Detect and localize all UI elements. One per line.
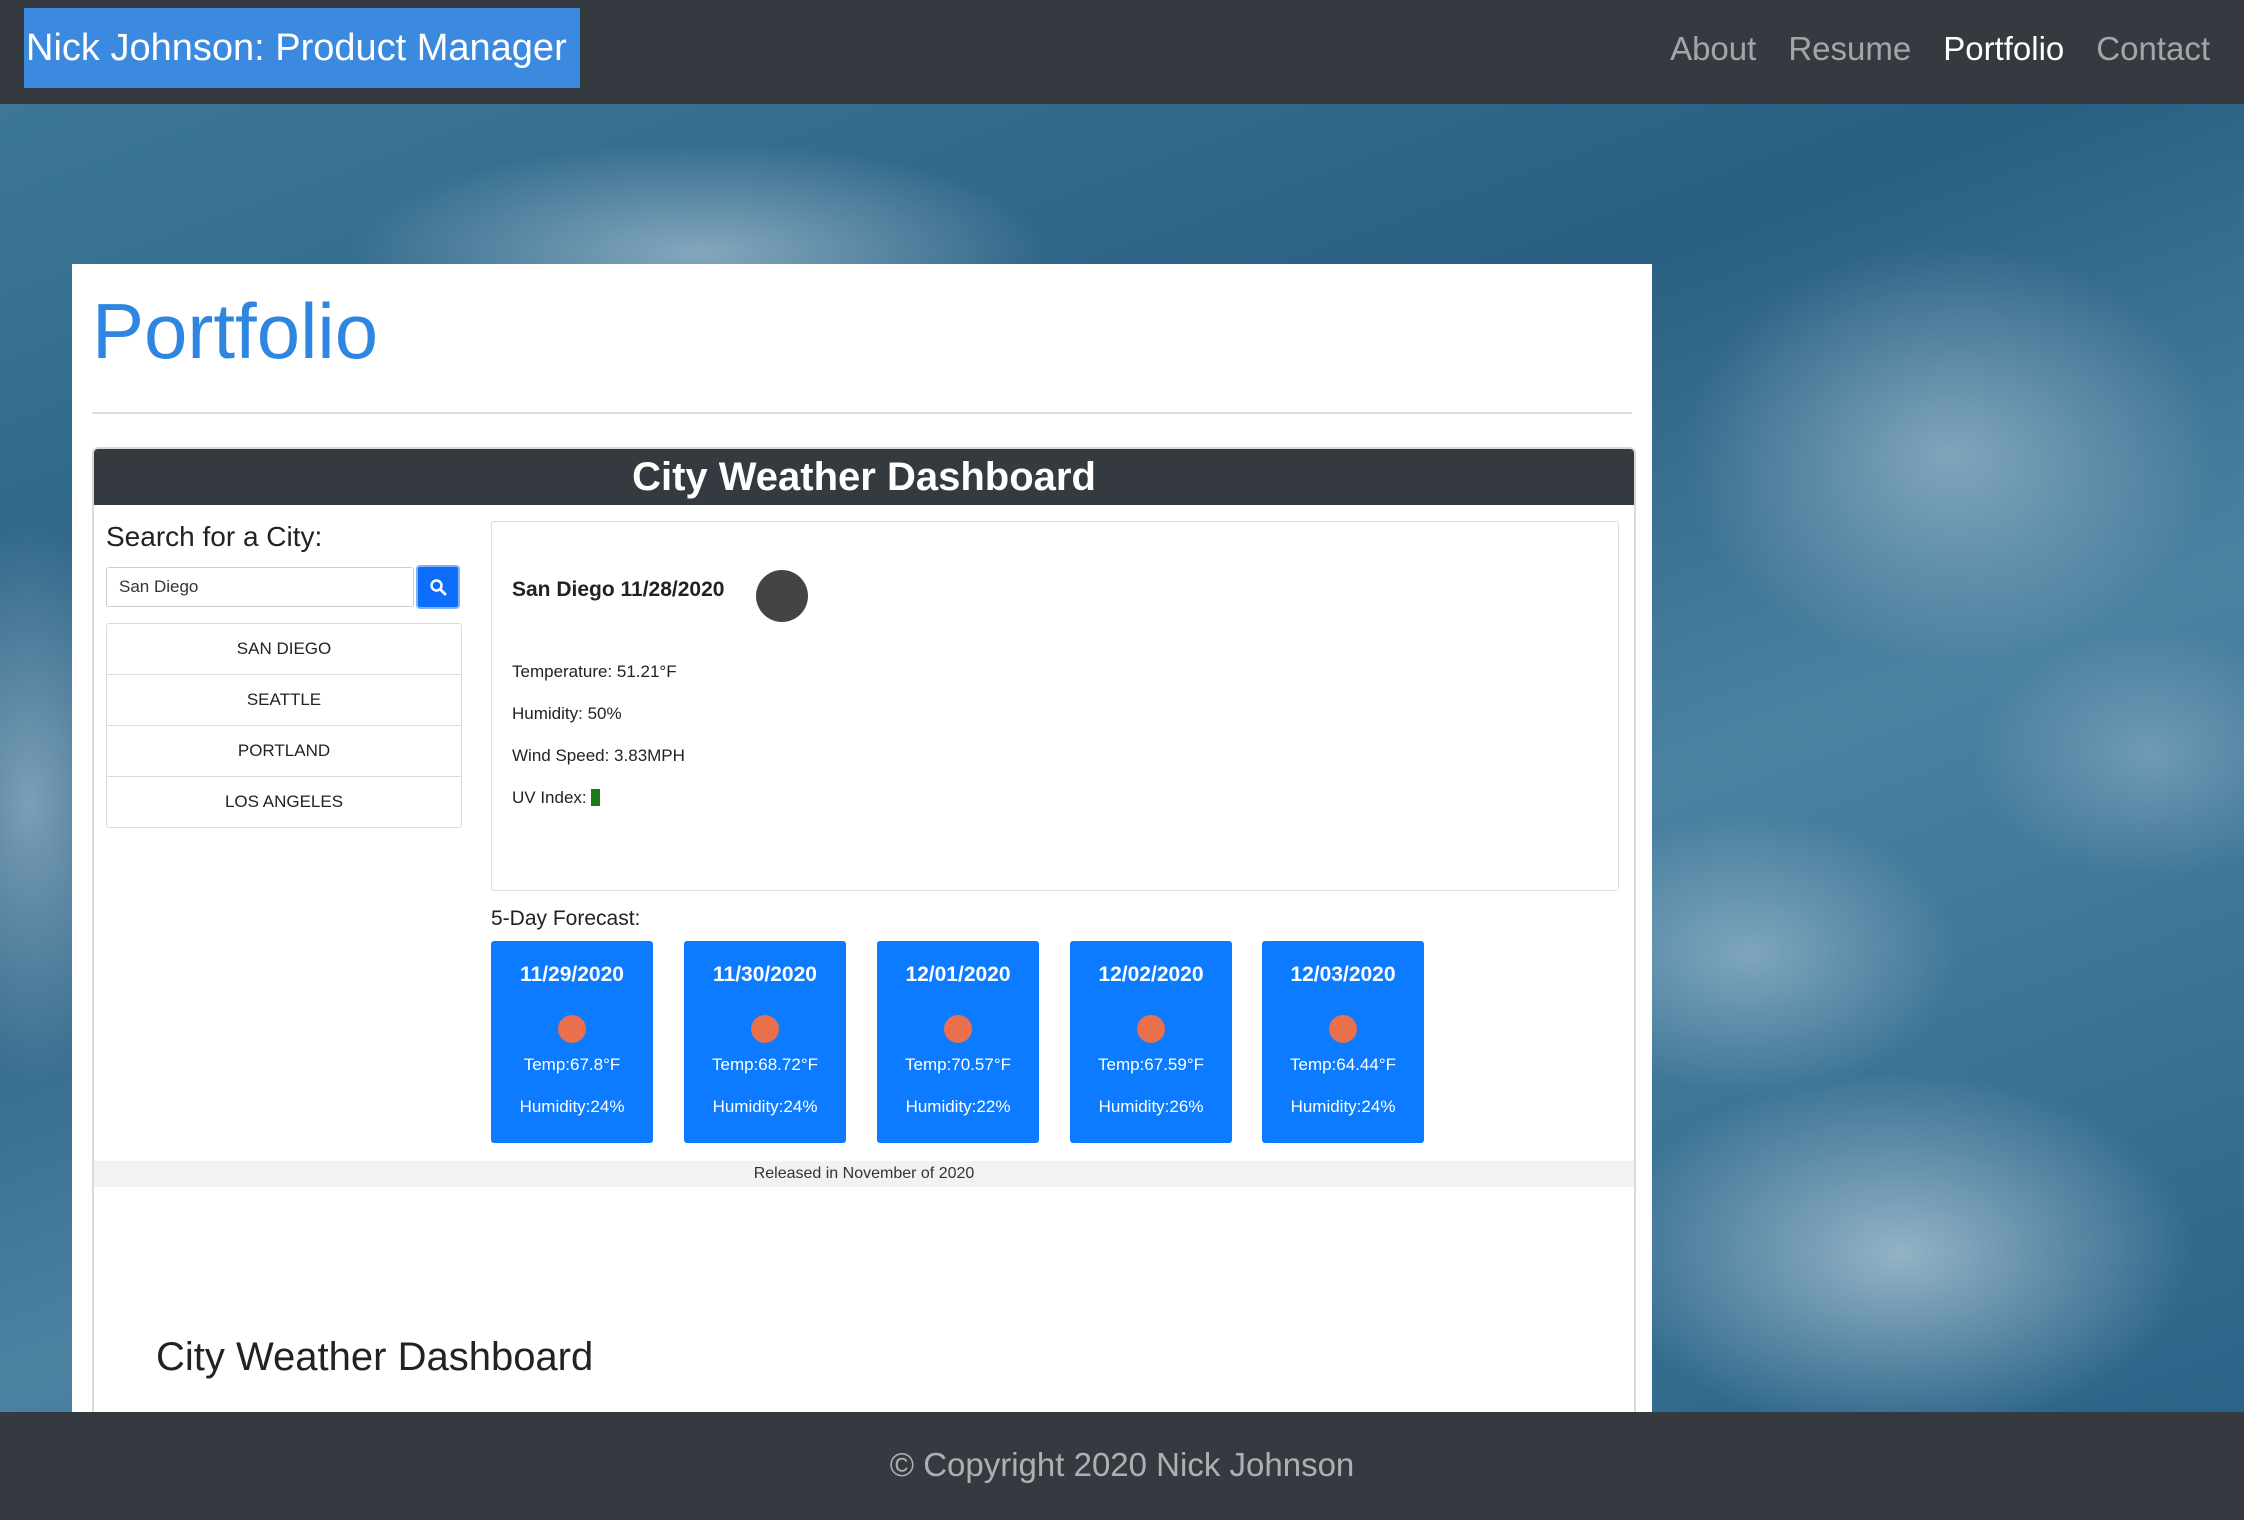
city-item-los-angeles[interactable]: LOS ANGELES bbox=[107, 777, 461, 827]
forecast-weather-icon bbox=[1137, 1015, 1165, 1043]
current-city-date: San Diego 11/28/2020 bbox=[512, 578, 725, 601]
forecast-temp: Temp:67.8°F bbox=[523, 1055, 621, 1074]
nav-contact[interactable]: Contact bbox=[2096, 30, 2210, 68]
nav-about[interactable]: About bbox=[1670, 30, 1756, 68]
release-note: Released in November of 2020 bbox=[94, 1161, 1634, 1187]
divider bbox=[92, 412, 1632, 414]
weather-icon bbox=[756, 570, 808, 622]
uv-index-label: UV Index: bbox=[512, 788, 587, 807]
forecast-card: 12/02/2020 Temp:67.59°F Humidity:26% bbox=[1070, 941, 1232, 1143]
current-weather-panel: San Diego 11/28/2020 Temperature: 51.21°… bbox=[491, 521, 1619, 891]
forecast-temp: Temp:68.72°F bbox=[711, 1055, 819, 1074]
forecast-temp: Temp:70.57°F bbox=[904, 1055, 1012, 1074]
forecast-weather-icon bbox=[751, 1015, 779, 1043]
forecast-card: 12/03/2020 Temp:64.44°F Humidity:24% bbox=[1262, 941, 1424, 1143]
page-title: Portfolio bbox=[92, 287, 379, 375]
city-item-seattle[interactable]: SEATTLE bbox=[107, 675, 461, 726]
forecast-weather-icon bbox=[1329, 1015, 1357, 1043]
forecast-temp: Temp:67.59°F bbox=[1097, 1055, 1205, 1074]
forecast-weather-icon bbox=[944, 1015, 972, 1043]
city-history-list: SAN DIEGO SEATTLE PORTLAND LOS ANGELES bbox=[106, 623, 462, 828]
portfolio-card: Portfolio City Weather Dashboard Search … bbox=[72, 264, 1652, 1412]
wind-speed: Wind Speed: 3.83MPH bbox=[512, 746, 685, 765]
forecast-card: 11/29/2020 Temp:67.8°F Humidity:24% bbox=[491, 941, 653, 1143]
forecast-weather-icon bbox=[558, 1015, 586, 1043]
project-caption-title: City Weather Dashboard bbox=[156, 1335, 594, 1379]
forecast-date: 12/03/2020 bbox=[1290, 963, 1396, 986]
forecast-humidity: Humidity:22% bbox=[905, 1097, 1011, 1116]
forecast-humidity: Humidity:24% bbox=[1290, 1097, 1396, 1116]
copyright-text: © Copyright 2020 Nick Johnson bbox=[889, 1446, 1355, 1483]
nav-links: About Resume Portfolio Contact bbox=[1670, 0, 2210, 98]
navbar: Nick Johnson: Product Manager About Resu… bbox=[0, 0, 2244, 104]
temperature: Temperature: 51.21°F bbox=[512, 662, 677, 681]
search-label: Search for a City: bbox=[106, 521, 323, 552]
uv-index: UV Index: bbox=[512, 788, 600, 808]
forecast-humidity: Humidity:24% bbox=[712, 1097, 818, 1116]
footer: © Copyright 2020 Nick Johnson bbox=[0, 1412, 2244, 1520]
search-input[interactable] bbox=[106, 567, 414, 607]
brand-link[interactable]: Nick Johnson: Product Manager bbox=[24, 8, 580, 88]
nav-resume[interactable]: Resume bbox=[1788, 30, 1911, 68]
forecast-card: 12/01/2020 Temp:70.57°F Humidity:22% bbox=[877, 941, 1039, 1143]
forecast-date: 11/30/2020 bbox=[713, 963, 817, 986]
forecast-temp: Temp:64.44°F bbox=[1289, 1055, 1397, 1074]
forecast-humidity: Humidity:26% bbox=[1098, 1097, 1204, 1116]
nav-portfolio[interactable]: Portfolio bbox=[1943, 30, 2064, 68]
humidity: Humidity: 50% bbox=[512, 704, 622, 723]
forecast-humidity: Humidity:24% bbox=[519, 1097, 625, 1116]
forecast-label: 5-Day Forecast: bbox=[491, 907, 641, 930]
forecast-date: 12/01/2020 bbox=[905, 963, 1011, 986]
uv-index-badge bbox=[590, 789, 600, 806]
city-item-portland[interactable]: PORTLAND bbox=[107, 726, 461, 777]
forecast-date: 12/02/2020 bbox=[1098, 963, 1204, 986]
forecast-card: 11/30/2020 Temp:68.72°F Humidity:24% bbox=[684, 941, 846, 1143]
search-icon bbox=[430, 579, 447, 596]
project-header: City Weather Dashboard bbox=[94, 449, 1634, 505]
city-item-san-diego[interactable]: SAN DIEGO bbox=[107, 624, 461, 675]
search-button[interactable] bbox=[416, 565, 460, 609]
forecast-date: 11/29/2020 bbox=[520, 963, 624, 986]
project-screenshot[interactable]: City Weather Dashboard Search for a City… bbox=[92, 447, 1636, 1412]
